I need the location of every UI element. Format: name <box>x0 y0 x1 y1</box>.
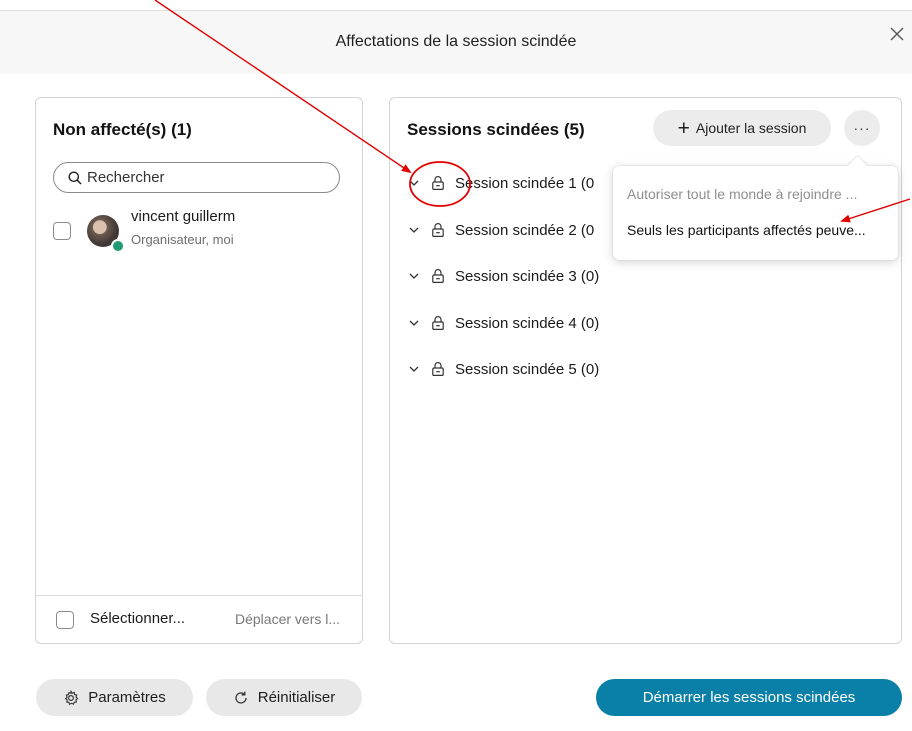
participant-name: vincent guillerm <box>131 208 236 225</box>
dialog-title: Affectations de la session scindée <box>335 33 577 50</box>
chevron-down-icon[interactable] <box>408 224 420 236</box>
lock-icon[interactable] <box>430 361 446 377</box>
unassigned-title: Non affecté(s) (1) <box>53 120 192 139</box>
dialog-header: Affectations de la session scindée <box>0 10 912 74</box>
refresh-icon <box>235 691 247 704</box>
session-row-4[interactable]: Session scindée 4 (0) <box>408 310 599 336</box>
search-input[interactable]: Rechercher <box>53 162 340 193</box>
participant-row[interactable]: vincent guillerm Organisateur, moi <box>53 208 343 254</box>
reset-label: Réinitialiser <box>257 689 336 706</box>
start-sessions-label: Démarrer les sessions scindées <box>642 689 856 706</box>
unassigned-panel: Non affecté(s) (1) Rechercher vincent gu… <box>35 97 363 644</box>
more-icon: ··· <box>853 120 871 136</box>
session-row-2[interactable]: Session scindée 2 (0 <box>408 217 594 243</box>
chevron-down-icon[interactable] <box>408 270 420 282</box>
close-icon[interactable] <box>888 25 906 43</box>
settings-button[interactable]: Paramètres <box>36 679 193 716</box>
session-row-5[interactable]: Session scindée 5 (0) <box>408 356 599 382</box>
plus-icon: + <box>677 116 690 140</box>
session-label: Session scindée 2 (0 <box>455 221 595 239</box>
session-label: Session scindée 5 (0) <box>455 360 600 378</box>
search-placeholder: Rechercher <box>87 169 165 186</box>
lock-icon[interactable] <box>430 222 446 238</box>
settings-label: Paramètres <box>88 689 166 706</box>
session-label: Session scindée 4 (0) <box>455 314 600 332</box>
more-options-menu: Autoriser tout le monde à rejoindre ... … <box>613 166 898 260</box>
sessions-title: Sessions scindées (5) <box>407 120 585 139</box>
lock-icon[interactable] <box>430 315 446 331</box>
add-session-button[interactable]: + Ajouter la session <box>653 110 831 146</box>
participant-role: Organisateur, moi <box>131 232 234 247</box>
session-label: Session scindée 1 (0 <box>455 174 595 192</box>
status-badge <box>111 239 125 253</box>
session-row-1[interactable]: Session scindée 1 (0 <box>408 170 594 196</box>
session-label: Session scindée 3 (0) <box>455 267 600 285</box>
chevron-down-icon[interactable] <box>408 317 420 329</box>
participant-checkbox[interactable] <box>53 222 71 240</box>
menu-item-assigned-only[interactable]: Seuls les participants affectés peuve... <box>627 222 895 238</box>
search-icon <box>68 171 82 185</box>
lock-icon[interactable] <box>430 268 446 284</box>
start-sessions-button[interactable]: Démarrer les sessions scindées <box>596 679 902 716</box>
unassigned-footer: Sélectionner... Déplacer vers l... <box>36 595 362 643</box>
chevron-down-icon[interactable] <box>408 363 420 375</box>
more-options-button[interactable]: ··· <box>844 110 880 146</box>
gear-icon <box>65 689 79 705</box>
menu-item-allow-everyone[interactable]: Autoriser tout le monde à rejoindre ... <box>627 186 895 202</box>
chevron-down-icon[interactable] <box>408 177 420 189</box>
move-to-button[interactable]: Déplacer vers l... <box>235 611 340 627</box>
select-all-checkbox[interactable] <box>56 611 74 629</box>
reset-button[interactable]: Réinitialiser <box>206 679 362 716</box>
add-session-label: Ajouter la session <box>695 120 807 136</box>
lock-icon[interactable] <box>430 175 446 191</box>
session-row-3[interactable]: Session scindée 3 (0) <box>408 263 599 289</box>
select-all-label[interactable]: Sélectionner... <box>90 610 185 627</box>
